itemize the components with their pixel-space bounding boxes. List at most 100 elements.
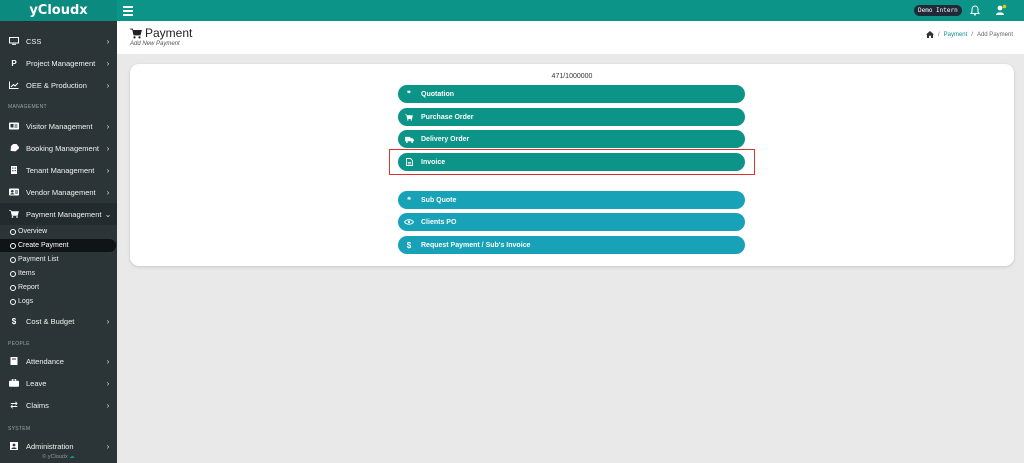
breadcrumb-separator: / <box>937 31 940 38</box>
sidebar-item-cost-budget[interactable]: $ Cost & Budget › <box>0 310 117 332</box>
submenu-item-items[interactable]: Items <box>0 267 117 280</box>
section-label-system: SYSTEM <box>8 426 31 432</box>
chevron-right-icon: › <box>106 36 110 46</box>
building-icon <box>9 166 19 174</box>
chart-line-icon <box>9 81 19 89</box>
copyright-text: © yCloudx ☁ <box>0 454 117 460</box>
sidebar-item-label: Tenant Management <box>26 165 95 175</box>
sidebar-item-leave[interactable]: Leave › <box>0 372 117 394</box>
breadcrumb: / Payment / Add Payment <box>925 31 1013 38</box>
breadcrumb-payment-link[interactable]: Payment <box>944 32 968 38</box>
sidebar-item-label: Vendor Management <box>26 187 96 197</box>
submenu-item-report[interactable]: Report <box>0 281 117 294</box>
book-icon <box>9 357 19 365</box>
user-name-badge[interactable]: Demo Intern <box>914 5 962 16</box>
sidebar-item-label: Attendance <box>26 356 64 366</box>
circle-icon <box>10 242 16 249</box>
exchange-icon: ⇄ <box>10 399 18 410</box>
sidebar-item-label: Visitor Management <box>26 121 93 131</box>
home-icon[interactable] <box>925 31 934 38</box>
sidebar-item-visitor-management[interactable]: Visitor Management › <box>0 115 117 137</box>
page-subtitle: Add New Payment <box>130 41 180 47</box>
bell-icon[interactable] <box>970 5 980 16</box>
chevron-down-icon: ⌄ <box>104 209 112 219</box>
sidebar-item-tenant-management[interactable]: Tenant Management › <box>0 159 117 181</box>
submenu-item-payment-list[interactable]: Payment List <box>0 253 117 266</box>
copyright-label: © yCloudx <box>42 454 68 460</box>
delivery-order-button[interactable]: Delivery Order <box>398 130 745 148</box>
sidebar-item-label: Booking Management <box>26 143 99 153</box>
truck-icon <box>404 136 414 143</box>
cart-icon <box>130 28 142 38</box>
user-settings-icon[interactable] <box>995 4 1007 16</box>
payment-counter: 471/1000000 <box>551 73 593 80</box>
sidebar-item-project-management[interactable]: P Project Management › <box>0 52 117 74</box>
sidebar-item-label: OEE & Production <box>26 80 87 90</box>
submenu-item-overview[interactable]: Overview <box>0 225 117 238</box>
chevron-right-icon: › <box>106 316 110 326</box>
request-payment-button[interactable]: $ Request Payment / Sub's Invoice <box>398 236 745 254</box>
sidebar-item-booking-management[interactable]: Booking Management › <box>0 137 117 159</box>
p-icon: P <box>11 58 17 68</box>
dollar-icon: $ <box>11 316 17 326</box>
sidebar-item-css[interactable]: CSS › <box>0 30 117 52</box>
sidebar-item-payment-management[interactable]: Payment Management ⌄ <box>0 203 117 225</box>
sidebar-item-claims[interactable]: ⇄ Claims › <box>0 394 117 416</box>
button-label: Request Payment / Sub's Invoice <box>421 241 531 249</box>
eye-icon <box>404 219 414 225</box>
circle-icon <box>10 228 16 235</box>
chevron-right-icon: › <box>106 400 110 410</box>
cart-icon <box>9 210 19 218</box>
cart-icon <box>404 113 414 121</box>
sidebar: CSS › P Project Management › OEE & Produ… <box>0 21 117 463</box>
submenu-item-create-payment[interactable]: Create Payment <box>0 239 116 252</box>
page-title-text: Payment <box>145 26 193 40</box>
section-label-management: MANAGEMENT <box>8 104 47 110</box>
quote-icon: ❝ <box>407 197 411 204</box>
sidebar-item-label: Leave <box>26 378 47 388</box>
sidebar-item-oee-production[interactable]: OEE & Production › <box>0 74 117 96</box>
breadcrumb-separator: / <box>971 31 973 38</box>
monitor-icon <box>9 37 19 45</box>
admin-icon <box>9 442 19 450</box>
chevron-right-icon: › <box>106 378 110 388</box>
hamburger-menu-icon[interactable] <box>123 4 133 16</box>
clients-po-button[interactable]: Clients PO <box>398 213 745 231</box>
chevron-right-icon: › <box>106 58 110 68</box>
chevron-right-icon: › <box>106 80 110 90</box>
quotation-button[interactable]: ❞ Quotation <box>398 85 745 103</box>
sidebar-item-label: Claims <box>26 400 49 410</box>
purchase-order-button[interactable]: Purchase Order <box>398 108 745 126</box>
sidebar-item-label: Payment Management <box>26 209 102 219</box>
id-card-icon <box>9 122 19 130</box>
submenu-item-logs[interactable]: Logs <box>0 295 117 308</box>
submenu-item-label: Logs <box>18 298 34 305</box>
breadcrumb-current: Add Payment <box>976 31 1013 38</box>
chevron-right-icon: › <box>106 441 110 451</box>
sidebar-item-attendance[interactable]: Attendance › <box>0 350 117 372</box>
dollar-icon: $ <box>406 240 412 250</box>
sub-quote-button[interactable]: ❝ Sub Quote <box>398 191 745 209</box>
circle-icon <box>10 256 16 263</box>
brand-logo[interactable]: yCloudx <box>0 0 117 21</box>
button-label: Purchase Order <box>421 113 474 121</box>
chevron-right-icon: › <box>106 121 110 131</box>
circle-icon <box>10 284 16 291</box>
button-label: Delivery Order <box>421 135 470 143</box>
page-header: Payment Add New Payment / Payment / Add … <box>117 21 1024 54</box>
submenu-item-label: Items <box>18 270 36 277</box>
tag-icon <box>9 144 19 152</box>
submenu-item-label: Payment List <box>18 256 59 263</box>
sidebar-item-label: Project Management <box>26 58 96 68</box>
chevron-right-icon: › <box>106 165 110 175</box>
sidebar-item-label: CSS <box>26 36 42 46</box>
button-label: Sub Quote <box>421 196 457 204</box>
chevron-right-icon: › <box>106 187 110 197</box>
top-bar: yCloudx Demo Intern <box>0 0 1024 21</box>
submenu-item-label: Report <box>18 284 40 291</box>
contact-card-icon <box>9 188 19 196</box>
briefcase-icon <box>9 379 19 387</box>
button-label: Quotation <box>421 90 455 98</box>
sidebar-item-vendor-management[interactable]: Vendor Management › <box>0 181 117 203</box>
submenu-item-label: Create Payment <box>18 242 69 249</box>
